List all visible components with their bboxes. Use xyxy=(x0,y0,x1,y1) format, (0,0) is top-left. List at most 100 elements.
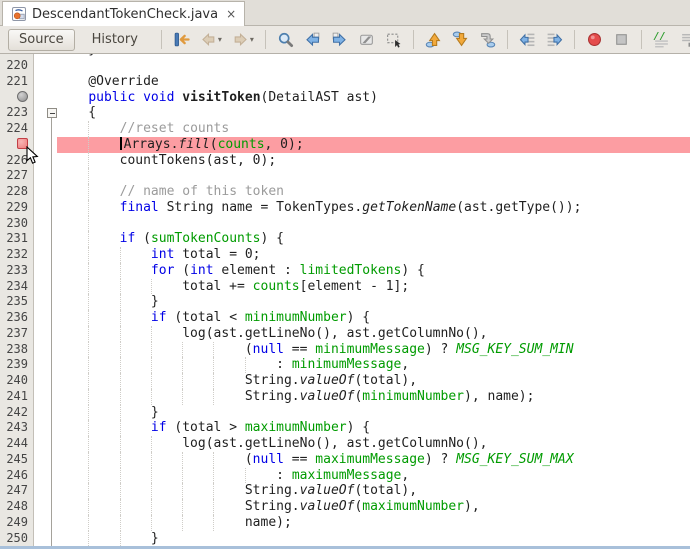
code-line[interactable]: 226 countTokens(ast, 0); xyxy=(0,153,690,169)
code-text[interactable]: total += counts[element - 1]; xyxy=(57,279,690,295)
stop-macro-recording-button[interactable] xyxy=(611,29,632,50)
code-line[interactable]: 228 // name of this token xyxy=(0,184,690,200)
shift-line-right-button[interactable] xyxy=(544,29,565,50)
code-line[interactable]: 221 @Override xyxy=(0,74,690,90)
code-text[interactable]: int total = 0; xyxy=(57,247,690,263)
code-text[interactable]: } xyxy=(57,531,690,547)
close-icon[interactable]: × xyxy=(226,8,236,20)
code-line[interactable]: 229 final String name = TokenTypes.getTo… xyxy=(0,200,690,216)
line-number[interactable]: 224 xyxy=(0,121,34,137)
line-number[interactable]: 230 xyxy=(0,216,34,232)
code-line[interactable]: 245 (null == maximumMessage) ? MSG_KEY_S… xyxy=(0,452,690,468)
code-text[interactable]: log(ast.getLineNo(), ast.getColumnNo(), xyxy=(57,436,690,452)
code-line[interactable]: 234 total += counts[element - 1]; xyxy=(0,279,690,295)
find-selection-button[interactable] xyxy=(275,29,296,50)
last-edit-location-button[interactable] xyxy=(171,29,192,50)
line-number[interactable]: 232 xyxy=(0,247,34,263)
code-line[interactable]: 223 { xyxy=(0,105,690,121)
line-number[interactable]: 231 xyxy=(0,231,34,247)
code-line[interactable]: 247 String.valueOf(total), xyxy=(0,483,690,499)
code-text[interactable]: if (total < minimumNumber) { xyxy=(57,310,690,326)
code-text[interactable]: (null == minimumMessage) ? MSG_KEY_SUM_M… xyxy=(57,342,690,358)
line-number[interactable]: 240 xyxy=(0,373,34,389)
code-text[interactable]: final String name = TokenTypes.getTokenN… xyxy=(57,200,690,216)
code-line[interactable]: Arrays.fill(counts, 0); xyxy=(0,137,690,153)
line-number[interactable]: 238 xyxy=(0,342,34,358)
code-text[interactable]: } xyxy=(57,294,690,310)
code-text[interactable]: String.valueOf(maximumNumber), xyxy=(57,499,690,515)
line-number[interactable]: 227 xyxy=(0,168,34,184)
code-text[interactable]: log(ast.getLineNo(), ast.getColumnNo(), xyxy=(57,326,690,342)
previous-bookmark-button[interactable] xyxy=(423,29,444,50)
line-number[interactable]: 244 xyxy=(0,436,34,452)
uncomment-button[interactable] xyxy=(678,29,690,50)
line-number[interactable]: 247 xyxy=(0,483,34,499)
code-text[interactable]: public void visitToken(DetailAST ast) xyxy=(57,90,690,106)
code-text[interactable]: } xyxy=(57,405,690,421)
code-line[interactable]: 239 : minimumMessage, xyxy=(0,357,690,373)
line-number[interactable]: 233 xyxy=(0,263,34,279)
code-line[interactable]: 235 } xyxy=(0,294,690,310)
line-number[interactable]: 241 xyxy=(0,389,34,405)
code-editor[interactable]: 219 }220221 @Override public void visitT… xyxy=(0,54,690,546)
code-text[interactable]: String.valueOf(minimumNumber), name); xyxy=(57,389,690,405)
navigate-back-button[interactable]: ▾ xyxy=(198,29,224,50)
line-number[interactable]: 228 xyxy=(0,184,34,200)
line-number[interactable]: 221 xyxy=(0,74,34,90)
line-number[interactable]: 245 xyxy=(0,452,34,468)
line-number[interactable]: 248 xyxy=(0,499,34,515)
source-button[interactable]: Source xyxy=(8,29,75,51)
code-line[interactable]: 237 log(ast.getLineNo(), ast.getColumnNo… xyxy=(0,326,690,342)
code-text[interactable]: countTokens(ast, 0); xyxy=(57,153,690,169)
code-text[interactable]: if (total > maximumNumber) { xyxy=(57,420,690,436)
code-line[interactable]: 224 //reset counts xyxy=(0,121,690,137)
code-line[interactable]: 233 for (int element : limitedTokens) { xyxy=(0,263,690,279)
fold-toggle[interactable] xyxy=(47,108,57,118)
line-number[interactable]: 250 xyxy=(0,531,34,547)
code-text[interactable]: for (int element : limitedTokens) { xyxy=(57,263,690,279)
code-line[interactable]: 242 } xyxy=(0,405,690,421)
code-line[interactable]: 232 int total = 0; xyxy=(0,247,690,263)
code-line[interactable]: 236 if (total < minimumNumber) { xyxy=(0,310,690,326)
code-text[interactable] xyxy=(57,168,690,184)
code-line[interactable]: 240 String.valueOf(total), xyxy=(0,373,690,389)
code-text[interactable] xyxy=(57,216,690,232)
navigate-forward-button[interactable]: ▾ xyxy=(230,29,256,50)
code-line[interactable]: public void visitToken(DetailAST ast) xyxy=(0,90,690,106)
find-previous-button[interactable] xyxy=(302,29,323,50)
line-number[interactable]: 242 xyxy=(0,405,34,421)
start-macro-recording-button[interactable] xyxy=(584,29,605,50)
code-line[interactable]: 244 log(ast.getLineNo(), ast.getColumnNo… xyxy=(0,436,690,452)
tab-descendant-token-check[interactable]: DescendantTokenCheck.java × xyxy=(2,1,245,26)
code-line[interactable]: 248 String.valueOf(maximumNumber), xyxy=(0,499,690,515)
line-number[interactable]: 246 xyxy=(0,468,34,484)
find-next-button[interactable] xyxy=(329,29,350,50)
code-text[interactable]: (null == maximumMessage) ? MSG_KEY_SUM_M… xyxy=(57,452,690,468)
code-text[interactable]: { xyxy=(57,105,690,121)
code-text[interactable]: : minimumMessage, xyxy=(57,357,690,373)
code-line[interactable]: 246 : maximumMessage, xyxy=(0,468,690,484)
code-line[interactable]: 230 xyxy=(0,216,690,232)
code-line[interactable]: 231 if (sumTokenCounts) { xyxy=(0,231,690,247)
history-button[interactable]: History xyxy=(81,29,149,51)
code-line[interactable]: 227 xyxy=(0,168,690,184)
code-text[interactable]: name); xyxy=(57,515,690,531)
code-line[interactable]: 241 String.valueOf(minimumNumber), name)… xyxy=(0,389,690,405)
code-text[interactable]: //reset counts xyxy=(57,121,690,137)
code-line[interactable]: 220 xyxy=(0,58,690,74)
line-number[interactable]: 235 xyxy=(0,294,34,310)
code-text[interactable]: String.valueOf(total), xyxy=(57,483,690,499)
line-number[interactable]: 236 xyxy=(0,310,34,326)
toggle-rectangular-selection-button[interactable] xyxy=(383,29,404,50)
code-line[interactable]: 249 name); xyxy=(0,515,690,531)
code-text[interactable] xyxy=(57,58,690,74)
code-text[interactable]: @Override xyxy=(57,74,690,90)
line-number[interactable]: 243 xyxy=(0,420,34,436)
disabled-breakpoint-glyph[interactable] xyxy=(0,90,34,106)
line-number[interactable]: 223 xyxy=(0,105,34,121)
line-number[interactable]: 237 xyxy=(0,326,34,342)
next-bookmark-button[interactable] xyxy=(450,29,471,50)
code-text[interactable]: Arrays.fill(counts, 0); xyxy=(57,137,690,153)
line-number[interactable]: 249 xyxy=(0,515,34,531)
line-number[interactable]: 229 xyxy=(0,200,34,216)
